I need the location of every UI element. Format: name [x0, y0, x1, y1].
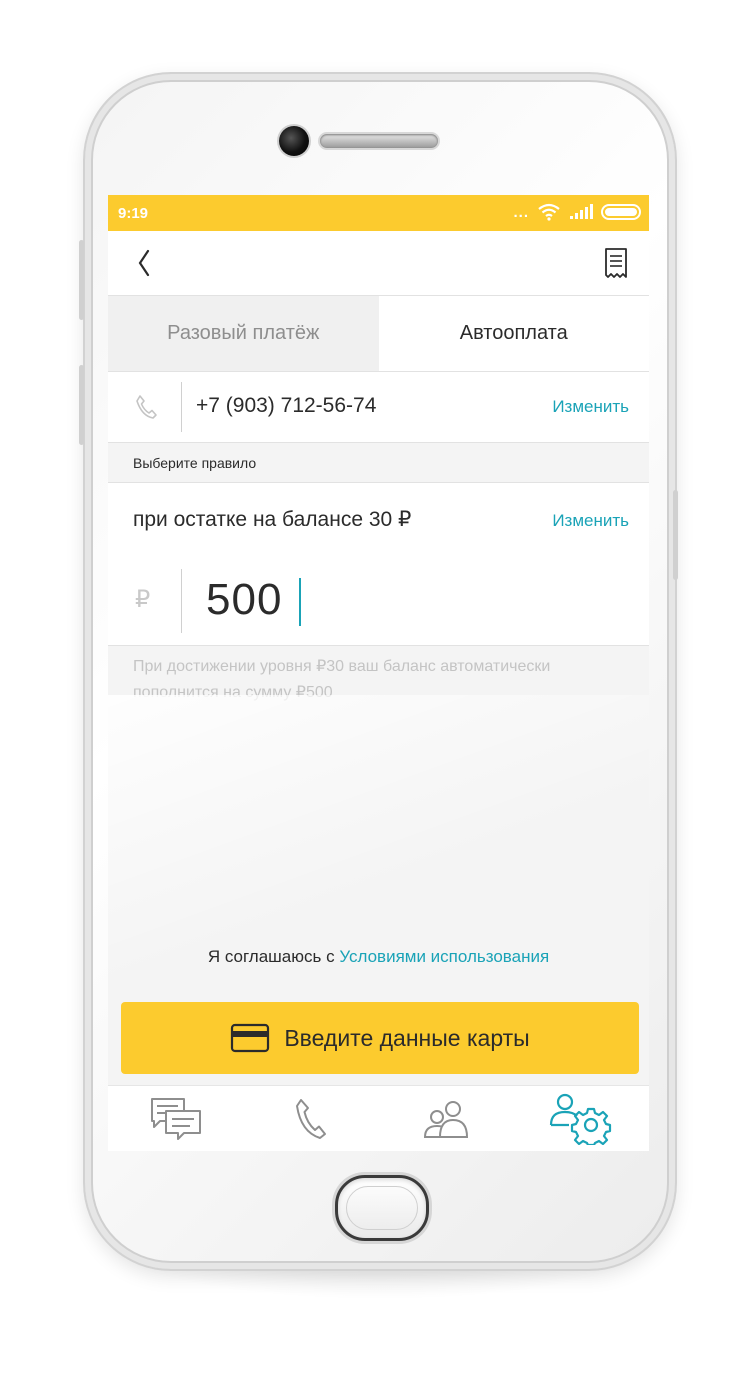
rule-text: при остатке на балансе 30 ₽	[133, 508, 412, 531]
status-time: 9:19	[118, 205, 149, 222]
bottom-nav	[108, 1085, 649, 1151]
amount-input[interactable]: 500	[206, 575, 282, 625]
nav-item-chat[interactable]	[108, 1086, 243, 1151]
volume-down-button	[79, 365, 84, 445]
enter-card-label: Введите данные карты	[284, 1024, 530, 1051]
home-button[interactable]	[335, 1175, 429, 1241]
app-bar	[108, 231, 649, 296]
app-screen: 9:19 ... Разовый платёж Автооплата +7 (9…	[108, 195, 649, 1151]
chat-icon	[150, 1098, 201, 1140]
amount-input-row[interactable]: ₽ 500	[108, 557, 649, 646]
screen-glare	[108, 695, 649, 1151]
user-settings-icon	[550, 1093, 612, 1145]
rule-section-label: Выберите правило	[133, 455, 257, 471]
signal-icon	[570, 204, 593, 219]
row-divider	[181, 382, 182, 432]
front-camera	[279, 126, 309, 156]
payment-tabs: Разовый платёж Автооплата	[108, 296, 649, 372]
row-divider	[181, 569, 182, 633]
credit-card-icon	[231, 1023, 270, 1053]
status-bar: 9:19 ...	[108, 195, 649, 231]
earpiece-speaker	[320, 134, 438, 148]
power-button	[673, 490, 678, 580]
phone-icon	[136, 395, 157, 419]
chevron-left-icon[interactable]	[130, 245, 160, 281]
nav-item-calls[interactable]	[243, 1086, 378, 1151]
nav-item-contacts[interactable]	[379, 1086, 514, 1151]
users-icon	[424, 1101, 469, 1138]
status-icons: ...	[513, 203, 643, 221]
nav-item-profile-settings[interactable]	[514, 1086, 649, 1151]
agreement-prefix: Я соглашаюсь с	[207, 947, 340, 966]
text-caret	[299, 578, 301, 626]
phone-number-row: +7 (903) 712-56-74 Изменить	[108, 372, 649, 443]
agreement-text: Я соглашаюсь с Условиями использования	[108, 947, 649, 967]
tab-autopay[interactable]: Автооплата	[378, 296, 649, 371]
status-dots: ...	[513, 203, 529, 221]
battery-icon	[601, 204, 641, 220]
terms-link[interactable]: Условиями использования	[339, 947, 549, 966]
change-rule-link[interactable]: Изменить	[552, 511, 629, 531]
tab-one-time-payment[interactable]: Разовый платёж	[108, 296, 379, 371]
wifi-icon	[538, 203, 560, 221]
change-phone-link[interactable]: Изменить	[552, 397, 629, 417]
currency-symbol: ₽	[135, 586, 151, 613]
volume-up-button	[79, 240, 84, 320]
enter-card-button[interactable]: Введите данные карты	[121, 1002, 639, 1074]
autopay-hint: При достижении уровня ₽30 ваш баланс авт…	[133, 658, 551, 701]
phone-icon	[295, 1099, 326, 1139]
receipt-icon[interactable]	[601, 247, 631, 281]
rule-row[interactable]: при остатке на балансе 30 ₽ Изменить	[108, 482, 649, 558]
phone-number: +7 (903) 712-56-74	[196, 394, 377, 417]
